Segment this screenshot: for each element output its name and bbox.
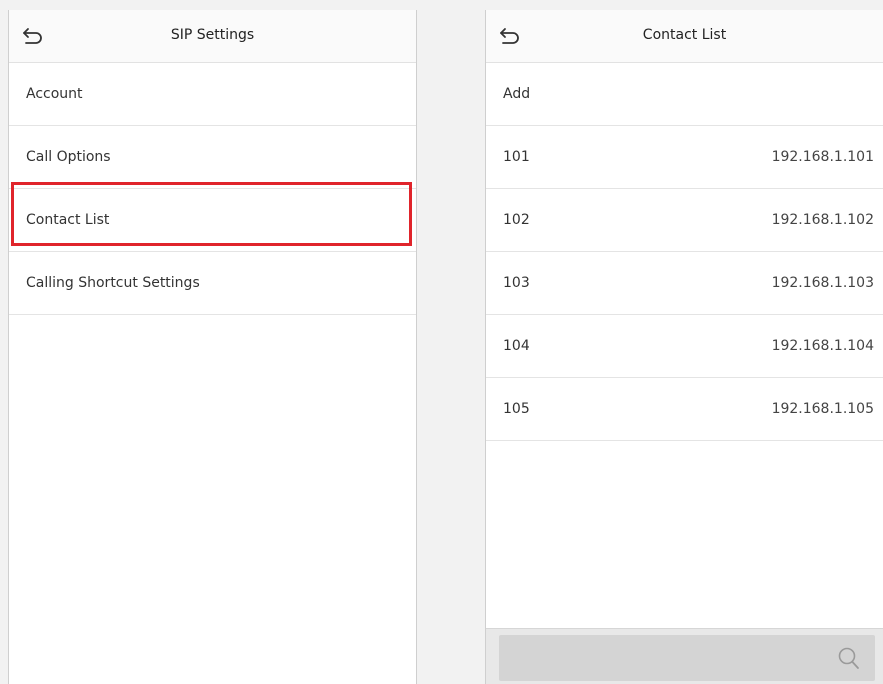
- menu-item-calling-shortcut-settings[interactable]: Calling Shortcut Settings: [9, 252, 416, 315]
- menu-item-account[interactable]: Account: [9, 63, 416, 126]
- contact-list-panel: Contact List Add 101 192.168.1.101 102 1…: [485, 10, 883, 684]
- page-title: SIP Settings: [170, 27, 255, 43]
- contact-ip: 192.168.1.104: [771, 338, 874, 354]
- sip-settings-header: SIP Settings: [9, 10, 416, 63]
- contact-list-header: Contact List: [486, 10, 883, 63]
- contact-number: 104: [503, 338, 530, 354]
- contact-number: 101: [503, 149, 530, 165]
- menu-item-label: Contact List: [26, 212, 110, 228]
- add-label: Add: [503, 86, 531, 102]
- contact-row[interactable]: 102 192.168.1.102: [486, 189, 883, 252]
- menu-item-contact-list[interactable]: Contact List: [9, 189, 416, 252]
- page-title: Contact List: [642, 27, 727, 43]
- contact-number: 103: [503, 275, 530, 291]
- contact-number: 105: [503, 401, 530, 417]
- contact-row[interactable]: 103 192.168.1.103: [486, 252, 883, 315]
- contact-ip: 192.168.1.102: [771, 212, 874, 228]
- menu-item-label: Call Options: [26, 149, 111, 165]
- contact-row[interactable]: 104 192.168.1.104: [486, 315, 883, 378]
- search-icon[interactable]: [837, 646, 861, 672]
- menu-item-call-options[interactable]: Call Options: [9, 126, 416, 189]
- search-input[interactable]: [499, 635, 875, 681]
- menu-item-label: Calling Shortcut Settings: [26, 275, 200, 291]
- contact-row[interactable]: 101 192.168.1.101: [486, 126, 883, 189]
- add-contact-item[interactable]: Add: [486, 63, 883, 126]
- contact-ip: 192.168.1.105: [771, 401, 874, 417]
- contact-ip: 192.168.1.101: [771, 149, 874, 165]
- search-bar-area: [486, 628, 883, 684]
- contact-ip: 192.168.1.103: [771, 275, 874, 291]
- contact-row[interactable]: 105 192.168.1.105: [486, 378, 883, 441]
- contact-number: 102: [503, 212, 530, 228]
- sip-settings-panel: SIP Settings Account Call Options Contac…: [8, 10, 417, 684]
- menu-item-label: Account: [26, 86, 83, 102]
